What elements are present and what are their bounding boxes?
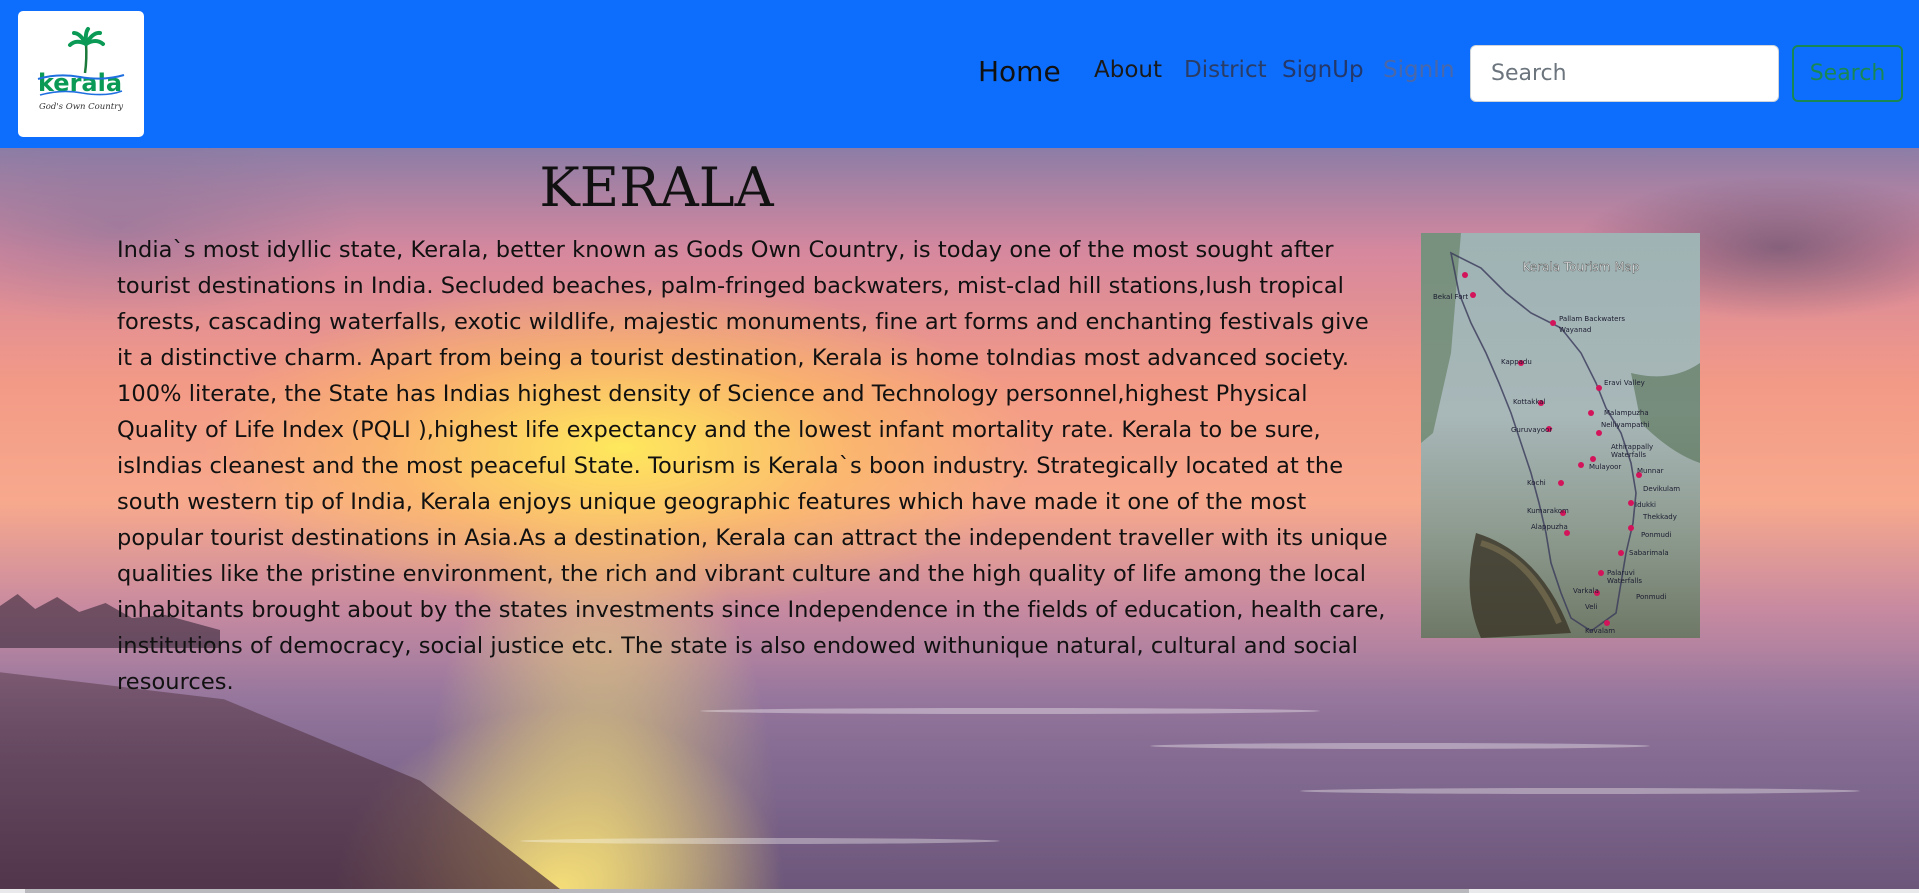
svg-text:Palaruvi: Palaruvi (1607, 569, 1635, 577)
svg-text:Sabarimala: Sabarimala (1629, 549, 1669, 557)
svg-text:Nelliyampathi: Nelliyampathi (1601, 421, 1650, 429)
search-input[interactable] (1470, 45, 1779, 102)
svg-text:Ponmudi: Ponmudi (1636, 593, 1666, 601)
svg-text:Munnar: Munnar (1637, 467, 1664, 475)
svg-text:Guruvayoor: Guruvayoor (1511, 426, 1552, 434)
svg-text:Devikulam: Devikulam (1643, 485, 1680, 493)
svg-text:Pallam Backwaters: Pallam Backwaters (1559, 315, 1625, 323)
kerala-logo-icon: kerala God's Own Country (37, 27, 125, 112)
nav-district-link[interactable]: District (1184, 57, 1267, 83)
svg-text:Ponmudi: Ponmudi (1641, 531, 1671, 539)
svg-text:Kappadu: Kappadu (1501, 358, 1532, 366)
top-navbar: kerala God's Own Country Home About Dist… (0, 0, 1919, 148)
svg-text:Varkala: Varkala (1573, 587, 1599, 595)
wave (520, 838, 1000, 844)
svg-text:Waterfalls: Waterfalls (1607, 577, 1642, 585)
svg-text:Malampuzha: Malampuzha (1604, 409, 1649, 417)
kerala-tourism-map: Kerala Tourism Map Bekal Fort Pallam Bac… (1421, 233, 1700, 638)
search-button[interactable]: Search (1792, 45, 1903, 102)
wave (1300, 788, 1860, 794)
brand-logo[interactable]: kerala God's Own Country (18, 11, 144, 137)
horizontal-scrollbar-thumb[interactable] (25, 889, 1469, 893)
svg-text:Wayanad: Wayanad (1559, 326, 1591, 334)
svg-text:Kottakkal: Kottakkal (1513, 398, 1546, 406)
svg-text:Alappuzha: Alappuzha (1531, 523, 1568, 531)
svg-text:Kochi: Kochi (1527, 479, 1546, 487)
palm-tree-icon (68, 27, 105, 74)
kerala-description: India`s most idyllic state, Kerala, bett… (117, 237, 1388, 695)
svg-text:Kovalam: Kovalam (1585, 627, 1615, 635)
nav-signin-link[interactable]: SignIn (1383, 57, 1455, 83)
svg-text:God's Own Country: God's Own Country (39, 102, 123, 112)
svg-text:Kerala Tourism Map: Kerala Tourism Map (1522, 260, 1639, 274)
svg-text:Athirappally: Athirappally (1611, 443, 1653, 451)
svg-text:Waterfalls: Waterfalls (1611, 451, 1646, 459)
wave (700, 708, 1320, 714)
page-title: KERALA (539, 156, 774, 219)
svg-text:Kumarakom: Kumarakom (1527, 507, 1569, 515)
svg-text:Bekal Fort: Bekal Fort (1433, 293, 1468, 301)
svg-text:Veli: Veli (1585, 603, 1597, 611)
svg-text:Thekkady: Thekkady (1642, 513, 1677, 521)
svg-text:Idukki: Idukki (1635, 501, 1656, 509)
hero-section: KERALA India`s most idyllic state, Keral… (0, 148, 1919, 889)
wave (1150, 743, 1650, 749)
svg-text:Mulayoor: Mulayoor (1589, 463, 1621, 471)
svg-text:Eravi Valley: Eravi Valley (1604, 379, 1645, 387)
nav-home-link[interactable]: Home (978, 55, 1061, 88)
nav-signup-link[interactable]: SignUp (1282, 57, 1364, 83)
nav-about-link[interactable]: About (1094, 57, 1162, 83)
